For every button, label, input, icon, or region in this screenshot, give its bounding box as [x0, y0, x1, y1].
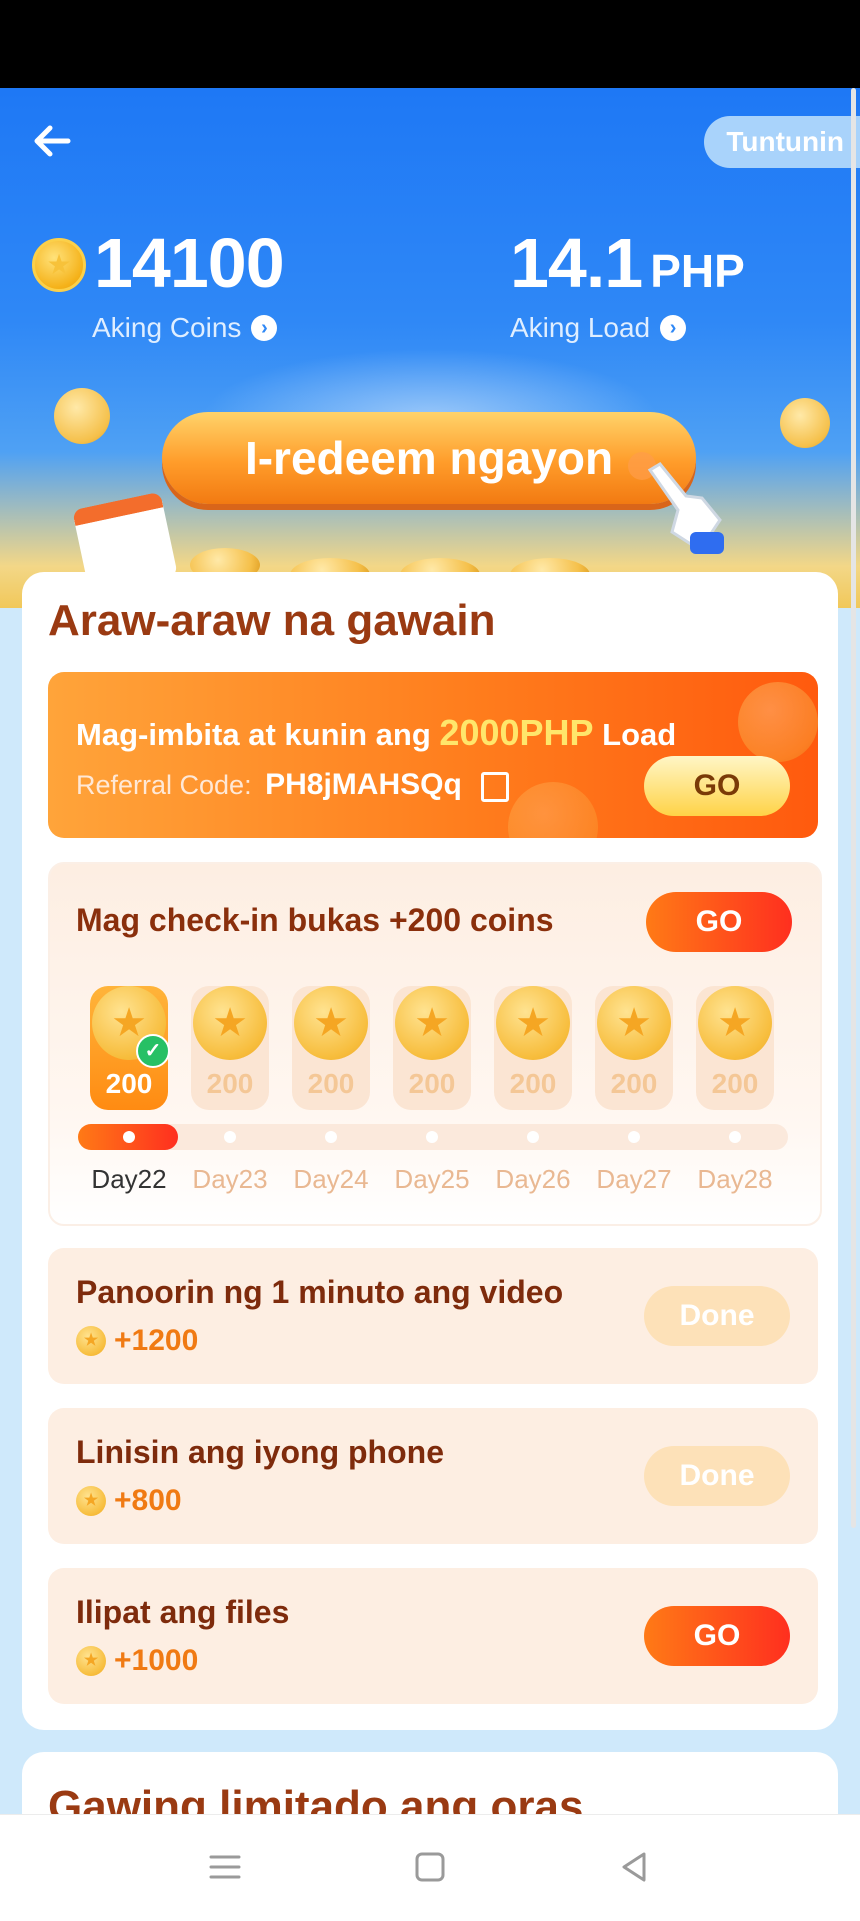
- my-coins-link[interactable]: Aking Coins ›: [92, 312, 284, 344]
- coin-icon: [32, 238, 86, 292]
- day-label: Day22: [91, 1164, 167, 1194]
- day-label: Day26: [495, 1164, 571, 1194]
- task-reward: +800: [76, 1484, 182, 1518]
- load-value: 14.1: [510, 224, 643, 302]
- scrollbar[interactable]: [851, 88, 856, 1528]
- coin-icon: [76, 1326, 106, 1356]
- day-amount: 200: [307, 1068, 355, 1099]
- coin-icon: [76, 1486, 106, 1516]
- back-arrow-icon[interactable]: [28, 116, 78, 166]
- checkin-panel: Mag check-in bukas +200 coins GO ✓ 200 2…: [48, 862, 822, 1226]
- checkin-title: Mag check-in bukas +200 coins: [76, 902, 554, 938]
- day-card: 200: [494, 986, 572, 1110]
- invite-text: Mag-imbita at kunin ang 2000PHP Load: [76, 712, 676, 754]
- checkin-days: ✓ 200 200 200 200 200 200: [90, 986, 790, 1110]
- task-name: Ilipat ang files: [76, 1594, 290, 1630]
- progress-dot: [224, 1131, 236, 1143]
- checkin-go-button[interactable]: GO: [646, 892, 792, 952]
- copy-icon[interactable]: [481, 771, 510, 802]
- coins-value: 14100: [94, 224, 285, 302]
- system-nav-bar: [0, 1814, 860, 1921]
- pointing-hand-icon: [628, 452, 724, 554]
- coin-icon: [597, 986, 671, 1060]
- day-amount: 200: [206, 1068, 254, 1099]
- referral-label: Referral Code:: [76, 770, 252, 800]
- task-item: Linisin ang iyong phone +800 Done: [48, 1408, 818, 1544]
- coin-decoration: [738, 682, 818, 762]
- task-item: Panoorin ng 1 minuto ang video +1200 Don…: [48, 1248, 818, 1384]
- menu-icon[interactable]: [203, 1845, 247, 1889]
- my-coins: 14100 Aking Coins ›: [32, 224, 285, 344]
- day-card: 200: [696, 986, 774, 1110]
- my-load-link[interactable]: Aking Load ›: [510, 312, 745, 344]
- coin-icon: [193, 986, 267, 1060]
- progress-dot: [426, 1131, 438, 1143]
- invite-highlight: 2000PHP: [439, 712, 594, 753]
- coin-icon: [496, 986, 570, 1060]
- invite-banner: Mag-imbita at kunin ang 2000PHP Load Ref…: [48, 672, 818, 838]
- task-name: Linisin ang iyong phone: [76, 1434, 444, 1470]
- day-amount: 200: [610, 1068, 658, 1099]
- coin-decoration: [54, 388, 110, 444]
- progress-dot: [325, 1131, 337, 1143]
- status-bar: [0, 0, 860, 88]
- task-reward: +1200: [76, 1324, 198, 1358]
- day-card: 200: [393, 986, 471, 1110]
- day-label: Day23: [192, 1164, 268, 1194]
- day-card: ✓ 200: [90, 986, 170, 1110]
- my-load: 14.1 PHP Aking Load ›: [510, 228, 745, 344]
- rules-button[interactable]: Tuntunin: [704, 116, 860, 168]
- task-name: Panoorin ng 1 minuto ang video: [76, 1274, 564, 1310]
- progress-dot: [729, 1131, 741, 1143]
- day-card: 200: [595, 986, 673, 1110]
- load-unit: PHP: [650, 245, 745, 297]
- referral-code: PH8jMAHSQq: [265, 768, 462, 801]
- day-amount: 200: [105, 1068, 153, 1099]
- task-done-button: Done: [644, 1446, 790, 1506]
- task-reward: +1000: [76, 1644, 198, 1678]
- progress-dot: [123, 1131, 135, 1143]
- day-label: Day24: [293, 1164, 369, 1194]
- daily-tasks-card: Araw-araw na gawain Mag-imbita at kunin …: [22, 572, 838, 1730]
- coin-icon: [76, 1646, 106, 1676]
- my-load-label: Aking Load: [510, 312, 651, 343]
- coin-icon: [698, 986, 772, 1060]
- day-label: Day27: [596, 1164, 672, 1194]
- task-go-button[interactable]: GO: [644, 1606, 790, 1666]
- my-coins-label: Aking Coins: [92, 312, 242, 343]
- invite-go-button[interactable]: GO: [644, 756, 790, 816]
- coin-decoration: [508, 782, 598, 838]
- coin-icon: [294, 986, 368, 1060]
- referral-row: Referral Code: PH8jMAHSQq: [76, 768, 510, 802]
- progress-dot: [628, 1131, 640, 1143]
- invite-text-suffix: Load: [602, 717, 677, 752]
- coin-decoration: [780, 398, 830, 448]
- day-card: 200: [292, 986, 370, 1110]
- chevron-right-icon: ›: [251, 315, 278, 341]
- checkmark-icon: ✓: [136, 1034, 170, 1068]
- task-done-button: Done: [644, 1286, 790, 1346]
- task-reward-value: +1000: [114, 1644, 199, 1677]
- task-reward-value: +800: [114, 1484, 182, 1517]
- day-card: 200: [191, 986, 269, 1110]
- home-icon[interactable]: [408, 1845, 452, 1889]
- day-label: Day25: [394, 1164, 470, 1194]
- task-reward-value: +1200: [114, 1324, 199, 1357]
- invite-text-prefix: Mag-imbita at kunin ang: [76, 717, 431, 752]
- day-amount: 200: [509, 1068, 557, 1099]
- coin-icon: [395, 986, 469, 1060]
- day-label: Day28: [697, 1164, 773, 1194]
- daily-tasks-title: Araw-araw na gawain: [48, 596, 496, 645]
- progress-dot: [527, 1131, 539, 1143]
- task-item: Ilipat ang files +1000 GO: [48, 1568, 818, 1704]
- redeem-now-button[interactable]: I-redeem ngayon: [162, 412, 696, 504]
- day-amount: 200: [408, 1068, 456, 1099]
- checkin-progress-track: [78, 1124, 788, 1150]
- day-amount: 200: [711, 1068, 759, 1099]
- chevron-right-icon: ›: [660, 315, 687, 341]
- back-triangle-icon[interactable]: [612, 1845, 656, 1889]
